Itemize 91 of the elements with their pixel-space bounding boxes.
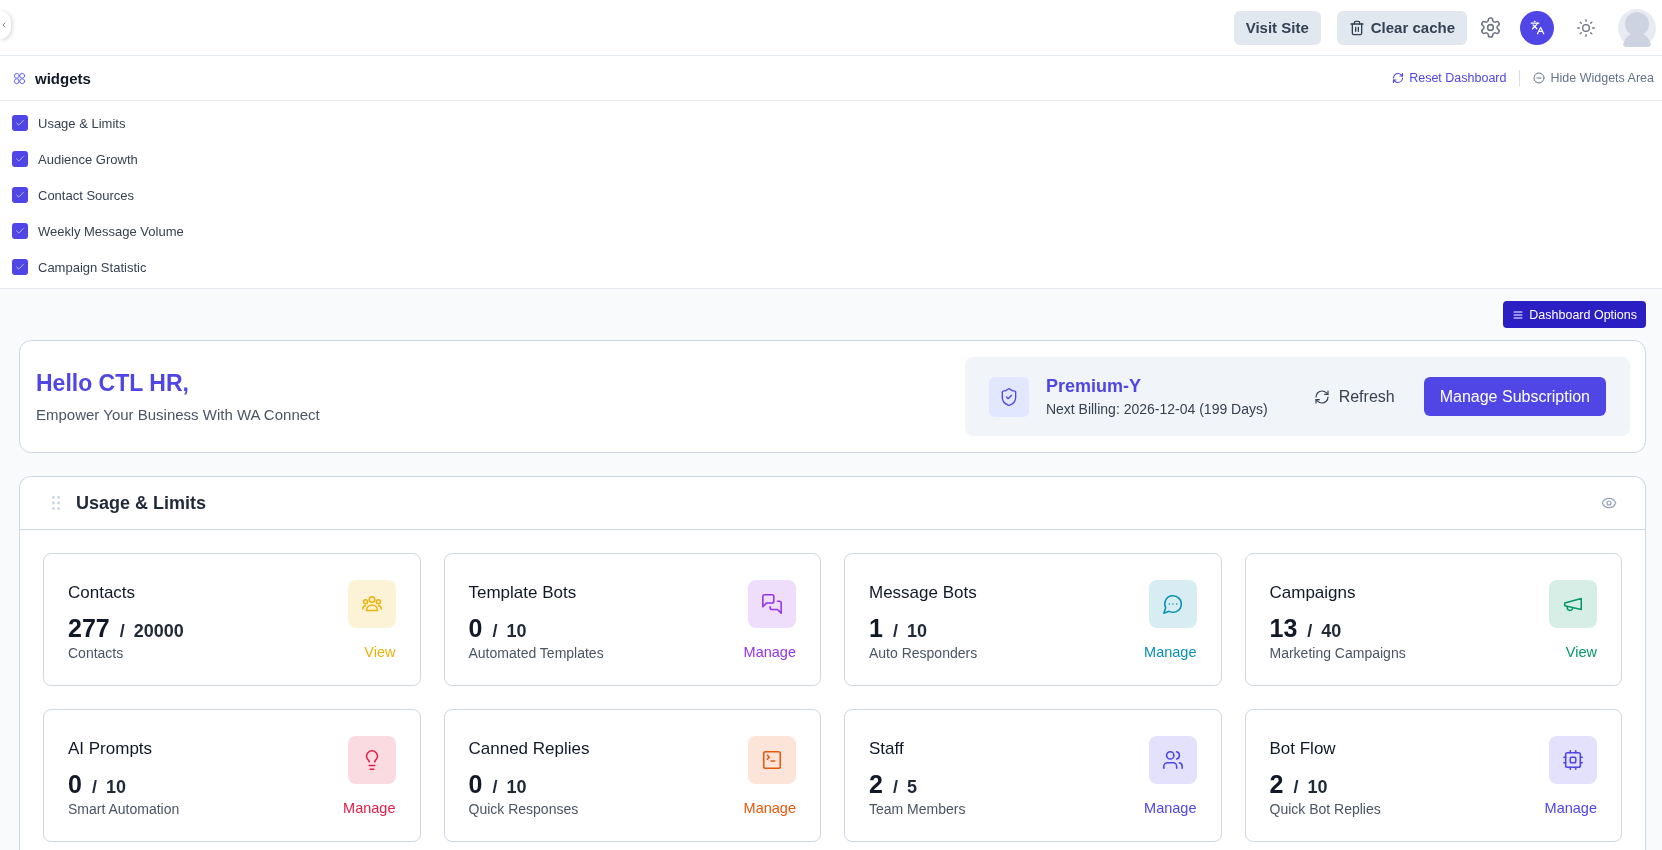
checkbox-label: Weekly Message Volume bbox=[38, 223, 184, 239]
card-title: Contacts bbox=[68, 582, 137, 604]
card-action-link[interactable]: Manage bbox=[743, 643, 796, 661]
card-action-link[interactable]: Manage bbox=[743, 799, 796, 817]
language-button[interactable] bbox=[1520, 10, 1554, 45]
manage-subscription-button[interactable]: Manage Subscription bbox=[1423, 377, 1606, 416]
check-icon bbox=[15, 262, 25, 272]
card-subtitle: Quick Responses bbox=[468, 800, 580, 818]
tagline-text: Empower Your Business With WA Connect bbox=[36, 406, 320, 423]
checkbox-label: Audience Growth bbox=[38, 151, 138, 167]
terminal-icon bbox=[748, 736, 796, 784]
usage-count: 0 bbox=[468, 769, 483, 799]
check-icon bbox=[15, 118, 25, 128]
card-subtitle: Smart Automation bbox=[68, 800, 181, 818]
sun-icon[interactable] bbox=[1576, 17, 1596, 38]
dashboard-options-button[interactable]: Dashboard Options bbox=[1503, 301, 1646, 328]
card-subtitle: Quick Bot Replies bbox=[1269, 800, 1382, 818]
refresh-icon bbox=[1392, 72, 1405, 84]
minus-circle-icon bbox=[1533, 72, 1546, 84]
chat-bubbles-icon bbox=[748, 580, 796, 628]
plan-name: Premium-Y bbox=[1045, 376, 1142, 397]
card-title: Message Bots bbox=[869, 582, 978, 604]
usage-count: 2 bbox=[869, 769, 883, 799]
card-action-link[interactable]: View bbox=[1565, 643, 1597, 661]
usage-limit: / 20000 bbox=[119, 621, 184, 642]
section-title: widgets bbox=[35, 69, 91, 87]
lightbulb-icon bbox=[347, 736, 396, 784]
usage-count: 1 bbox=[869, 613, 883, 643]
checkbox[interactable] bbox=[12, 223, 28, 239]
card-action-link[interactable]: Manage bbox=[1144, 799, 1197, 817]
card-title: Bot Flow bbox=[1269, 738, 1337, 760]
hide-widgets-button[interactable]: Hide Widgets Area bbox=[1533, 71, 1654, 85]
megaphone-icon bbox=[1549, 580, 1597, 628]
card-subtitle: Marketing Campaigns bbox=[1269, 644, 1407, 662]
drag-handle-icon[interactable] bbox=[52, 496, 60, 510]
panel-title: Usage & Limits bbox=[76, 492, 207, 514]
card-subtitle: Automated Templates bbox=[468, 644, 605, 662]
card-subtitle: Contacts bbox=[68, 644, 125, 662]
card-subtitle: Auto Responders bbox=[869, 644, 979, 662]
card-title: Campaigns bbox=[1269, 582, 1357, 604]
card-title: Staff bbox=[869, 738, 905, 760]
usage-limit: / 10 bbox=[892, 621, 927, 642]
checkbox[interactable] bbox=[12, 187, 28, 203]
card-action-link[interactable]: Manage bbox=[1144, 643, 1197, 661]
settings-icon[interactable] bbox=[1479, 16, 1502, 39]
card-title: Template Bots bbox=[468, 582, 578, 604]
visit-site-button[interactable]: Visit Site bbox=[1233, 10, 1321, 45]
usage-count: 2 bbox=[1269, 769, 1284, 799]
chat-dots-icon bbox=[1148, 580, 1197, 628]
reset-dashboard-link[interactable]: Reset Dashboard bbox=[1392, 71, 1507, 85]
greeting-heading: Hello CTL HR, bbox=[36, 370, 190, 397]
usage-count: 0 bbox=[468, 613, 483, 643]
check-icon bbox=[15, 226, 25, 236]
refresh-button[interactable]: Refresh bbox=[1313, 387, 1395, 406]
chip-icon bbox=[1549, 736, 1597, 784]
eye-icon[interactable] bbox=[1601, 495, 1617, 511]
user-avatar-icon[interactable] bbox=[1618, 8, 1656, 47]
menu-icon bbox=[1512, 308, 1525, 321]
usage-limit: / 5 bbox=[892, 777, 917, 798]
shield-check-icon bbox=[988, 376, 1029, 417]
clear-cache-button[interactable]: Clear cache bbox=[1336, 10, 1467, 45]
usage-count: 0 bbox=[68, 769, 82, 799]
checkbox-label: Campaign Statistic bbox=[38, 259, 147, 275]
check-icon bbox=[15, 154, 25, 164]
card-action-link[interactable]: Manage bbox=[1544, 799, 1597, 817]
card-action-link[interactable]: Manage bbox=[343, 799, 396, 817]
usage-limit: / 10 bbox=[91, 777, 126, 798]
checkbox[interactable] bbox=[12, 151, 28, 167]
card-subtitle: Team Members bbox=[869, 800, 967, 818]
users-icon bbox=[1148, 736, 1197, 784]
sidebar-toggle-button[interactable] bbox=[0, 11, 11, 39]
checkbox-label: Usage & Limits bbox=[38, 115, 126, 131]
usage-limit: / 10 bbox=[492, 777, 527, 798]
usage-limit: / 40 bbox=[1307, 621, 1342, 642]
next-billing-text: Next Billing: 2026-12-04 (199 Days) bbox=[1045, 401, 1268, 417]
refresh-icon bbox=[1313, 388, 1330, 405]
trash-icon bbox=[1348, 19, 1365, 36]
usage-limit: / 10 bbox=[1293, 777, 1328, 798]
people-group-icon bbox=[347, 580, 396, 628]
card-title: Canned Replies bbox=[468, 738, 591, 760]
usage-limit: / 10 bbox=[492, 621, 527, 642]
chevron-left-icon bbox=[0, 21, 8, 29]
usage-count: 277 bbox=[68, 613, 110, 643]
card-title: AI Prompts bbox=[68, 738, 154, 760]
checkbox-label: Contact Sources bbox=[38, 187, 135, 203]
checkbox[interactable] bbox=[12, 259, 28, 275]
usage-count: 13 bbox=[1269, 613, 1298, 643]
four-circles-icon bbox=[13, 71, 26, 85]
check-icon bbox=[15, 190, 25, 200]
translate-icon bbox=[1529, 20, 1545, 35]
checkbox[interactable] bbox=[12, 115, 28, 131]
